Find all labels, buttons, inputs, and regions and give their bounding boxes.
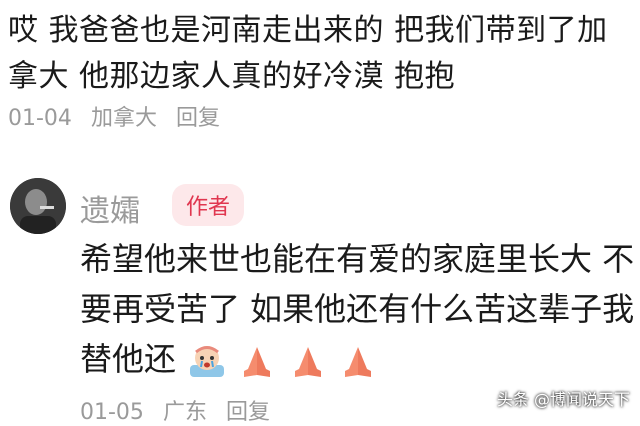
avatar[interactable] xyxy=(10,178,66,234)
reply-button[interactable]: 回复 xyxy=(176,106,220,131)
author-badge: 作者 xyxy=(172,184,245,226)
reply-text: 希望他来世也能在有爱的家庭里长大 不要再受苦了 如果他还有什么苦这辈子我替他还 xyxy=(80,234,640,384)
reply-button[interactable]: 回复 xyxy=(226,400,270,425)
comment-text: 哎 我爸爸也是河南走出来的 把我们带到了加拿大 他那边家人真的好冷漠 抱抱 xyxy=(8,13,608,94)
comment-location: 加拿大 xyxy=(90,106,157,131)
watermark-text: 头条 @博闻说天下 xyxy=(496,390,630,409)
crying-emoji xyxy=(190,346,225,377)
watermark: 头条 @博闻说天下 xyxy=(497,386,630,410)
pray-hands-icon xyxy=(294,347,321,377)
pray-hands-icon xyxy=(344,347,371,377)
reply-date: 01-05 xyxy=(80,400,144,425)
reply-location: 广东 xyxy=(162,400,207,425)
pray-hands-icon xyxy=(244,347,271,377)
comment-item: 哎 我爸爸也是河南走出来的 把我们带到了加拿大 他那边家人真的好冷漠 抱抱 01… xyxy=(8,8,628,132)
comment-meta: 01-04 加拿大 回复 xyxy=(8,100,628,132)
reply-meta: 01-05 广东 回复 xyxy=(80,394,282,426)
comment-date: 01-04 xyxy=(8,106,72,131)
username[interactable]: 遗孀 xyxy=(80,186,140,230)
